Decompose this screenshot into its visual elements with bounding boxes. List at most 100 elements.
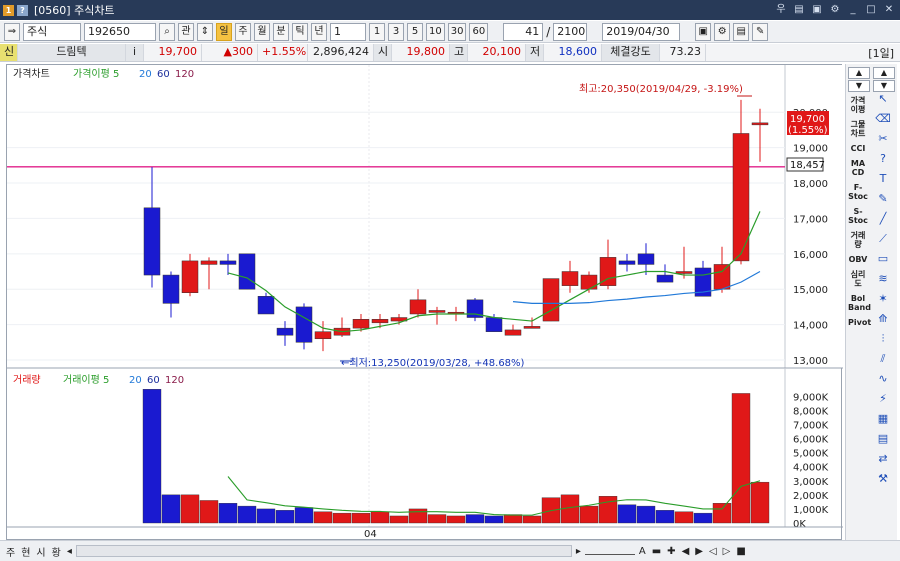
period-minute[interactable]: 분 bbox=[273, 22, 289, 41]
next-button[interactable]: ▶ bbox=[693, 546, 705, 557]
scroll-right-icon[interactable]: ▸ bbox=[574, 546, 583, 557]
indicator-sstoc[interactable]: S- Stoc bbox=[848, 207, 868, 225]
related-button[interactable]: 관 bbox=[178, 22, 194, 41]
low-label: 저 bbox=[526, 44, 544, 61]
price-legend-ma: 가격이평 5 bbox=[73, 67, 119, 80]
help-badge[interactable]: ? bbox=[17, 4, 28, 16]
indicator-macd[interactable]: MA CD bbox=[848, 159, 868, 177]
eraser-icon[interactable]: ⌫ bbox=[874, 112, 892, 128]
zoom-in-button[interactable]: ✚ bbox=[665, 546, 677, 557]
volume-legend-title: 거래량 bbox=[13, 374, 41, 386]
scroll-up-icon-2[interactable]: ▲ bbox=[873, 67, 895, 79]
next-symbol-icon[interactable]: ⇒ bbox=[4, 22, 20, 41]
save-icon[interactable]: ▣ bbox=[695, 22, 712, 41]
price-panel bbox=[7, 65, 843, 368]
split-icon[interactable]: ▣ bbox=[810, 2, 824, 17]
indicator-psychology[interactable]: 심리 도 bbox=[848, 270, 868, 288]
pin-icon[interactable]: 우 bbox=[774, 2, 788, 17]
scroll-left-icon[interactable]: ◂ bbox=[65, 546, 74, 557]
wave-icon[interactable]: ∿ bbox=[874, 372, 892, 388]
period-month[interactable]: 월 bbox=[254, 22, 270, 41]
zoom-out-button[interactable]: ▬ bbox=[650, 546, 663, 557]
quote-bar: 신 드림텍 i 19,700 ▲300 +1.55% 2,896,424 시 1… bbox=[0, 44, 900, 62]
tools-icon[interactable]: ✎ bbox=[752, 22, 769, 41]
strength-value: 73.23 bbox=[660, 44, 706, 61]
unit-30[interactable]: 30 bbox=[447, 22, 467, 41]
bottom-button-1[interactable]: 주 bbox=[4, 544, 17, 559]
close-button[interactable]: ✕ bbox=[882, 2, 896, 17]
bottom-button-2[interactable]: 현 bbox=[19, 544, 32, 559]
volume-bar bbox=[237, 505, 257, 524]
unit-select[interactable]: 1 bbox=[330, 22, 366, 41]
fan-icon[interactable]: ⟰ bbox=[874, 312, 892, 328]
print-icon[interactable]: ▤ bbox=[733, 22, 750, 41]
fibonacci-icon[interactable]: ≋ bbox=[874, 272, 892, 288]
line-icon[interactable]: ╱ bbox=[874, 212, 892, 228]
zoom-slider[interactable] bbox=[584, 547, 635, 555]
scroll-up-icon[interactable]: ▲ bbox=[848, 67, 870, 79]
chart-area[interactable]: 20,00019,00018,00017,00016,00015,00014,0… bbox=[6, 64, 843, 541]
bottom-button-3[interactable]: 시 bbox=[34, 544, 47, 559]
scroll-down-icon[interactable]: ▼ bbox=[848, 80, 870, 92]
indicator-price-ma[interactable]: 가격 이평 bbox=[848, 96, 868, 114]
minimize-button[interactable]: _ bbox=[846, 2, 860, 17]
chart-svg[interactable]: 20,00019,00018,00017,00016,00015,00014,0… bbox=[7, 65, 843, 541]
info-button[interactable]: i bbox=[126, 44, 144, 61]
delete-icon[interactable]: ✂ bbox=[874, 132, 892, 148]
indicator-cci[interactable]: CCI bbox=[848, 144, 868, 153]
stepper-icon[interactable]: ⇕ bbox=[197, 22, 213, 41]
indicator-grid-chart[interactable]: 그물 차트 bbox=[848, 120, 868, 138]
bottom-button-4[interactable]: 황 bbox=[50, 544, 63, 559]
unit-3[interactable]: 3 bbox=[388, 22, 404, 41]
zoom-auto-button[interactable]: A bbox=[637, 546, 648, 557]
config-icon[interactable]: ⚙ bbox=[714, 22, 731, 41]
total-input[interactable]: 2100 bbox=[553, 22, 588, 41]
scroll-down-icon-2[interactable]: ▼ bbox=[873, 80, 895, 92]
market-select[interactable]: 주식 bbox=[23, 22, 81, 41]
settings-icon[interactable]: ⚙ bbox=[828, 2, 842, 17]
maximize-button[interactable]: □ bbox=[864, 2, 878, 17]
rectangle-icon[interactable]: ▭ bbox=[874, 252, 892, 268]
count-input[interactable]: 41 bbox=[503, 22, 544, 41]
document-icon[interactable]: ▤ bbox=[874, 432, 892, 448]
pen-icon[interactable]: ✎ bbox=[874, 192, 892, 208]
help-icon[interactable]: ? bbox=[874, 152, 892, 168]
trend-line-icon[interactable]: ⟋ bbox=[874, 232, 892, 248]
volume-bar bbox=[484, 515, 504, 524]
tool-settings-icon[interactable]: ⚒ bbox=[874, 472, 892, 488]
horizontal-scrollbar[interactable] bbox=[75, 545, 572, 557]
cursor-icon[interactable]: ↖ bbox=[874, 92, 892, 108]
start-button[interactable]: ◁ bbox=[707, 546, 719, 557]
date-select[interactable]: 2019/04/30 bbox=[602, 22, 681, 41]
end-button[interactable]: ▷ bbox=[721, 546, 733, 557]
indicator-obv[interactable]: OBV bbox=[848, 255, 868, 264]
prev-button[interactable]: ◀ bbox=[680, 546, 692, 557]
indicator-pivot[interactable]: Pivot bbox=[848, 318, 871, 327]
indicator-volume[interactable]: 거래 량 bbox=[848, 231, 868, 249]
cycle-icon[interactable]: ⫶ bbox=[874, 332, 892, 348]
volume-tick-label: 8,000K bbox=[793, 406, 829, 417]
unit-1[interactable]: 1 bbox=[369, 22, 385, 41]
period-tick[interactable]: 틱 bbox=[292, 22, 308, 41]
layout-icon[interactable]: ▤ bbox=[792, 2, 806, 17]
open-price: 19,800 bbox=[392, 44, 450, 61]
period-week[interactable]: 주 bbox=[235, 22, 251, 41]
indicator-fstoc[interactable]: F- Stoc bbox=[848, 183, 868, 201]
unit-10[interactable]: 10 bbox=[426, 22, 445, 41]
unit-60[interactable]: 60 bbox=[469, 22, 489, 41]
period-year[interactable]: 년 bbox=[311, 22, 327, 41]
code-input[interactable]: 192650 bbox=[84, 22, 156, 41]
stop-button[interactable]: ■ bbox=[734, 546, 747, 557]
unit-5[interactable]: 5 bbox=[407, 22, 423, 41]
auto-line-icon[interactable]: ⚡ bbox=[874, 392, 892, 408]
main-toolbar: ⇒ 주식 192650 ⌕ 관 ⇕ 일 주 월 분 틱 년 1 1 3 5 10… bbox=[0, 21, 900, 43]
gann-icon[interactable]: ✶ bbox=[874, 292, 892, 308]
search-icon[interactable]: ⌕ bbox=[159, 22, 175, 41]
channel-icon[interactable]: ⫽ bbox=[874, 352, 892, 368]
candle-body bbox=[200, 260, 218, 265]
grid-icon[interactable]: ▦ bbox=[874, 412, 892, 428]
compare-icon[interactable]: ⇄ bbox=[874, 452, 892, 468]
indicator-bollinger[interactable]: Bol Band bbox=[848, 294, 871, 312]
period-day[interactable]: 일 bbox=[216, 22, 232, 41]
text-icon[interactable]: T bbox=[874, 172, 892, 188]
